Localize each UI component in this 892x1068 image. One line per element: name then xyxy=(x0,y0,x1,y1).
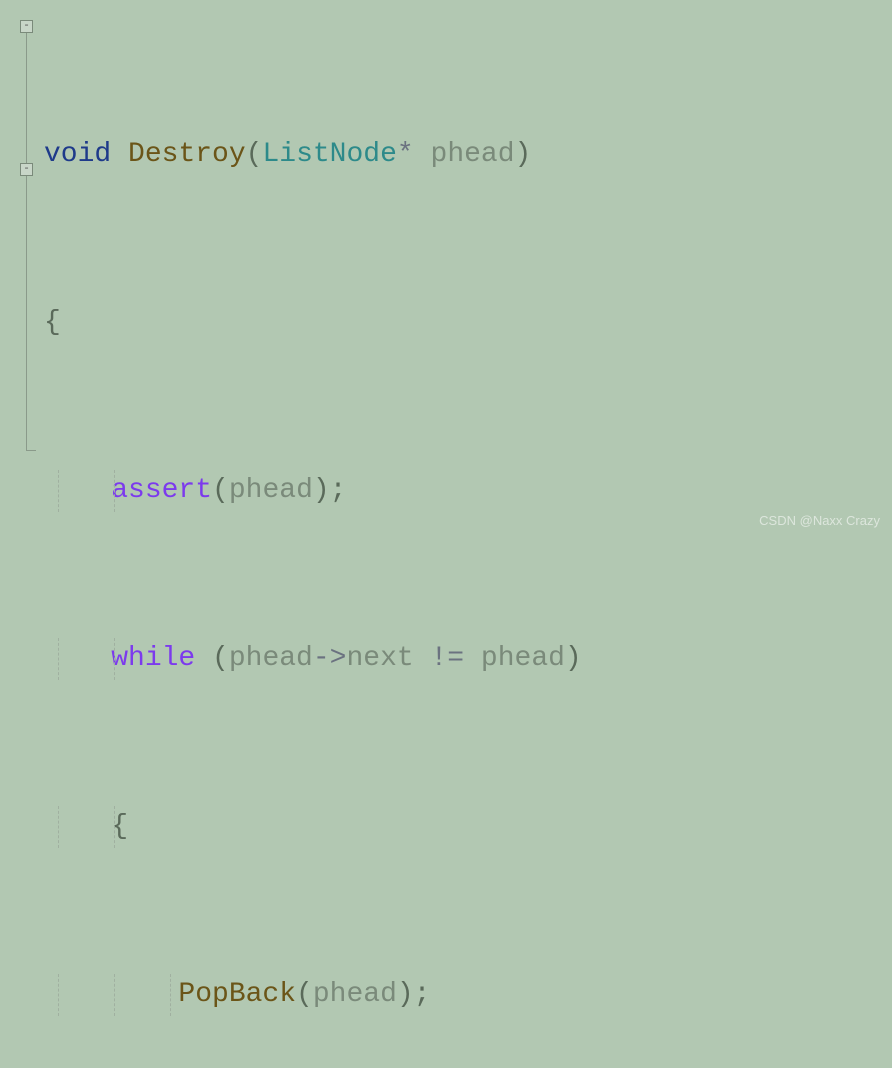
code-editor: - - void Destroy(ListNode* phead) { asse… xyxy=(10,8,892,1068)
type-name: ListNode xyxy=(262,139,396,170)
code-line: PopBack(phead); xyxy=(44,974,892,1016)
member: next xyxy=(346,643,413,674)
fold-toggle-icon[interactable]: - xyxy=(20,163,33,176)
function-assert: assert xyxy=(111,475,212,506)
neq-op: != xyxy=(414,643,481,674)
code-line: { xyxy=(44,806,892,848)
paren: ( xyxy=(212,475,229,506)
paren: ) xyxy=(515,139,532,170)
paren: ( xyxy=(246,139,263,170)
arrow-op: -> xyxy=(313,643,347,674)
star-op: * xyxy=(397,139,414,170)
keyword-while: while xyxy=(111,643,195,674)
paren: ) xyxy=(565,643,582,674)
code-line: { xyxy=(44,302,892,344)
fold-toggle-icon[interactable]: - xyxy=(20,20,33,33)
fold-guide-line xyxy=(26,176,27,450)
parameter: phead xyxy=(431,139,515,170)
paren-semi: ); xyxy=(397,979,431,1010)
code-line: assert(phead); xyxy=(44,470,892,512)
identifier: phead xyxy=(481,643,565,674)
identifier: phead xyxy=(229,475,313,506)
identifier: phead xyxy=(229,643,313,674)
code-line: while (phead->next != phead) xyxy=(44,638,892,680)
paren: ( xyxy=(296,979,313,1010)
function-name: Destroy xyxy=(128,139,246,170)
code-area[interactable]: void Destroy(ListNode* phead) { assert(p… xyxy=(44,8,892,1068)
watermark: CSDN @Naxx Crazy xyxy=(759,513,880,528)
function-name: PopBack xyxy=(178,979,296,1010)
fold-end-icon xyxy=(26,450,36,451)
identifier: phead xyxy=(313,979,397,1010)
code-line: void Destroy(ListNode* phead) xyxy=(44,134,892,176)
fold-gutter: - - xyxy=(10,8,38,1068)
keyword-void: void xyxy=(44,139,111,170)
brace: { xyxy=(44,307,61,338)
fold-guide-line xyxy=(26,33,27,163)
paren-semi: ); xyxy=(313,475,347,506)
paren: ( xyxy=(195,643,229,674)
